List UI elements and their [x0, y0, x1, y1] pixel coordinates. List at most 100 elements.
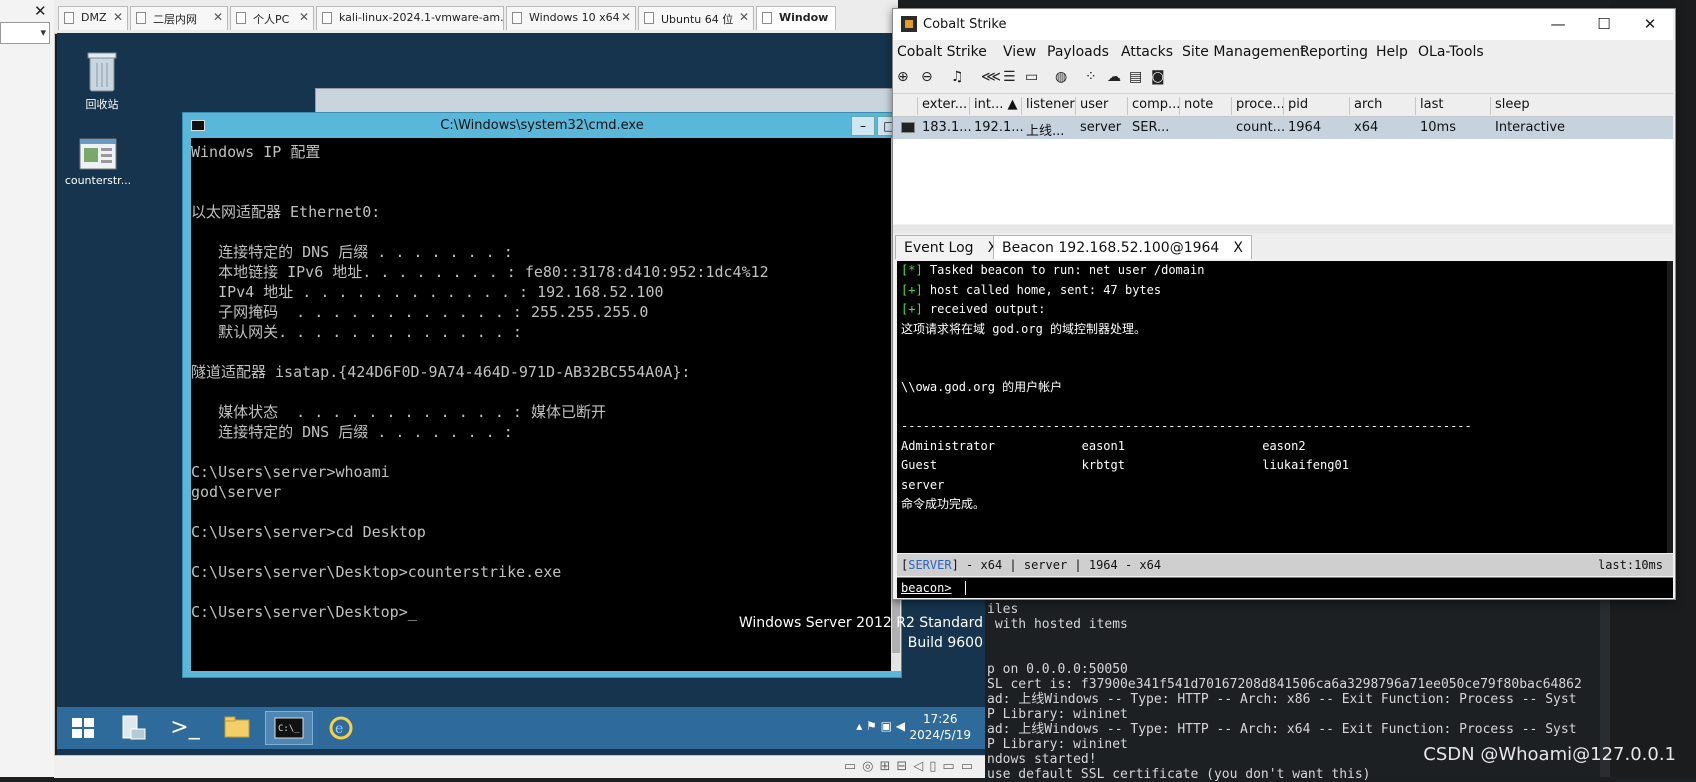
col-external[interactable]: exter... [917, 97, 971, 115]
system-tray[interactable]: ▴ ⚑ ▣ ◀ [856, 719, 905, 733]
console-line: 命令成功完成。 [901, 495, 1667, 515]
tab-label: kali-linux-2024.1-vmware-am... [339, 11, 504, 24]
tab-personal-pc[interactable]: 个人PC ✕ [230, 6, 314, 30]
col-internal[interactable]: int... ▲ [969, 97, 1021, 115]
powershell-icon: >_ [170, 715, 200, 740]
cell-arch: x64 [1354, 120, 1379, 135]
menu-attacks[interactable]: Attacks [1121, 44, 1173, 60]
console-text: received output: [922, 302, 1046, 316]
taskbar-cmd[interactable]: C:\_ [265, 711, 313, 745]
console-text: ----------------------------------------… [901, 419, 1472, 433]
menu-reporting[interactable]: Reporting [1300, 44, 1368, 60]
dots-icon[interactable]: ⁘ [1085, 69, 1097, 85]
tab-dmz[interactable]: DMZ ✕ [58, 6, 128, 30]
console-line: 这项请求将在域 god.org 的域控制器处理。 [901, 320, 1667, 340]
beacon-console[interactable]: [*] Tasked beacon to run: net user /doma… [897, 261, 1667, 553]
desktop-icon-counterstrike[interactable]: counterstr... [57, 137, 139, 187]
close-icon[interactable]: ✕ [739, 10, 749, 24]
cmd-console[interactable]: Windows IP 配置 以太网适配器 Ethernet0: 连接特定的 DN… [191, 138, 891, 671]
menu-site-management[interactable]: Site Management [1182, 44, 1306, 60]
host-combo-box[interactable]: ▾ [0, 22, 50, 44]
menu-ola-tools[interactable]: OLa-Tools [1418, 44, 1484, 60]
minus-circle-icon[interactable]: ⊖ [921, 69, 933, 85]
globe-icon[interactable]: ◍ [1055, 69, 1067, 85]
taskbar-powershell[interactable]: >_ [161, 711, 209, 745]
col-sleep[interactable]: sleep [1490, 97, 1673, 115]
close-icon[interactable]: X [1233, 240, 1243, 256]
menu-help[interactable]: Help [1376, 44, 1408, 60]
tab-beacon[interactable]: Beacon 192.168.52.100@1964 X [993, 235, 1252, 259]
taskbar-clock[interactable]: 17:26 2024/5/19 [909, 711, 971, 743]
taskbar-file-explorer[interactable] [213, 711, 261, 745]
vm-icon [644, 12, 654, 24]
console-line: Guest krbtgt liukaifeng01 [901, 456, 1667, 476]
beacon-session-icon [901, 122, 915, 133]
vm-icon [512, 12, 522, 24]
minimize-icon[interactable]: — [1535, 9, 1581, 40]
col-arch[interactable]: arch [1349, 97, 1415, 115]
device-status-icons[interactable]: ▭◎⊞⊟◁▯▭▭ [844, 759, 979, 774]
status-details: ] - x64 | server | 1964 - x64 [951, 558, 1162, 572]
close-icon[interactable]: ✕ [113, 10, 123, 24]
table-row[interactable]: 183.1... 192.1... 上线... server SER... co… [893, 117, 1673, 139]
cloud-download-icon[interactable]: ☁ [1107, 69, 1121, 85]
console-text: server [901, 477, 945, 492]
col-note[interactable]: note [1179, 97, 1231, 115]
cmd-icon: C:\_ [274, 717, 304, 739]
console-text: 这项请求将在域 god.org 的域控制器处理。 [901, 321, 1147, 336]
list-icon[interactable]: ☰ [1003, 69, 1016, 85]
tab-inner-network[interactable]: 二层内网 ✕ [130, 6, 228, 30]
svg-text:C:\_: C:\_ [278, 724, 300, 734]
console-tabs: Event LogX Beacon 192.168.52.100@1964 X [893, 233, 1673, 259]
maximize-icon[interactable]: ☐ [1581, 9, 1627, 40]
laptop-icon[interactable]: ▭ [1025, 69, 1038, 85]
headphones-icon[interactable]: ♫ [951, 69, 964, 85]
os-watermark-build: Build 9600 [907, 635, 983, 651]
close-icon[interactable]: ✕ [621, 10, 631, 24]
plus-circle-icon[interactable]: ⊕ [897, 69, 909, 85]
minimize-icon[interactable]: – [851, 116, 875, 136]
tab-ubuntu[interactable]: Ubuntu 64 位 ✕ [638, 6, 754, 30]
console-line [901, 398, 1667, 418]
desktop-icon-label: counterstr... [64, 174, 132, 187]
desktop-icon-recycle-bin[interactable]: 回收站 [67, 49, 137, 112]
cmd-window[interactable]: C:\Windows\system32\cmd.exe – □ Windows I… [182, 112, 902, 678]
tab-label: 个人PC [253, 13, 290, 26]
col-listener[interactable]: listener [1021, 97, 1075, 115]
col-pid[interactable]: pid [1283, 97, 1349, 115]
console-line [901, 339, 1667, 359]
close-icon[interactable]: ✕ [213, 10, 223, 24]
start-button[interactable] [59, 711, 107, 745]
split-pane-divider[interactable] [893, 225, 1673, 233]
host-side-panel: ✕ ▾ [0, 0, 55, 777]
col-process[interactable]: proce... [1231, 97, 1285, 115]
col-last[interactable]: last [1415, 97, 1491, 115]
col-computer[interactable]: comp... [1127, 97, 1181, 115]
share-icon[interactable]: ⋘ [981, 69, 1001, 85]
desktop-icon-label: 回收站 [85, 98, 119, 111]
close-icon[interactable]: ✕ [34, 2, 47, 20]
taskbar-internet-explorer[interactable]: e [317, 711, 365, 745]
beacon-command-input[interactable]: beacon> [897, 577, 1673, 598]
taskbar-server-manager[interactable] [109, 711, 157, 745]
cmd-window-title: C:\Windows\system32\cmd.exe [440, 118, 644, 133]
camera-icon[interactable]: ◙ [1151, 69, 1165, 85]
tab-windows-server[interactable]: Window [756, 6, 836, 30]
cobalt-strike-window[interactable]: Cobalt Strike — ☐ ✕ Cobalt Strike View Pay… [892, 8, 1676, 600]
menu-payloads[interactable]: Payloads [1047, 44, 1109, 60]
tab-windows10[interactable]: Windows 10 x64 ✕ [506, 6, 636, 30]
beacon-status-bar: [SERVER] - x64 | server | 1964 - x64 las… [897, 554, 1673, 576]
close-icon[interactable]: ✕ [1627, 9, 1673, 40]
tab-kali[interactable]: kali-linux-2024.1-vmware-am... [316, 6, 504, 30]
menu-view[interactable]: View [1003, 44, 1036, 60]
tab-event-log[interactable]: Event LogX [895, 235, 1007, 259]
console-line: ----------------------------------------… [901, 417, 1667, 437]
tab-label: Window [779, 11, 829, 24]
console-scrollbar[interactable] [1667, 261, 1673, 553]
col-user[interactable]: user [1075, 97, 1127, 115]
menu-cobalt-strike[interactable]: Cobalt Strike [897, 44, 987, 60]
close-icon[interactable]: ✕ [299, 10, 309, 24]
sessions-table[interactable]: exter... int... ▲ listener user comp... … [893, 94, 1673, 224]
keyboard-icon[interactable]: ▤ [1129, 69, 1142, 85]
